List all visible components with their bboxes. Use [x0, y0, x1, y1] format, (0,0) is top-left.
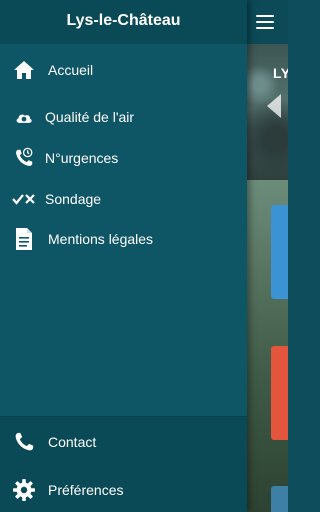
- home-icon: [12, 58, 36, 82]
- app-header: [247, 0, 288, 44]
- drawer-header: Lys-le-Château: [0, 0, 247, 44]
- drawer-footer: Contact Préférences: [0, 416, 247, 512]
- cloud-icon: [12, 105, 36, 129]
- check-cross-icon: [12, 187, 36, 211]
- menu-item-qualite-air[interactable]: Qualité de l'air: [0, 97, 247, 137]
- gear-icon: [12, 478, 36, 502]
- hero-banner[interactable]: LY: [247, 44, 288, 180]
- menu-item-label: Qualité de l'air: [45, 109, 135, 125]
- menu-item-preferences[interactable]: Préférences: [0, 470, 247, 510]
- menu-icon[interactable]: [256, 14, 274, 30]
- carousel-prev-icon[interactable]: [267, 94, 281, 118]
- menu-item-label: Contact: [48, 434, 97, 450]
- menu-item-urgences[interactable]: N°urgences: [0, 138, 247, 178]
- tile-red[interactable]: [271, 346, 288, 440]
- tile-blue[interactable]: [271, 205, 288, 299]
- menu-item-label: Préférences: [48, 482, 124, 498]
- navigation-drawer: Lys-le-Château Accueil Qualité de l'air …: [0, 0, 247, 512]
- tile-blue-2[interactable]: [271, 486, 288, 512]
- menu-item-label: Sondage: [45, 191, 102, 207]
- document-icon: [12, 227, 36, 251]
- drawer-title: Lys-le-Château: [66, 12, 181, 29]
- phone-icon: [12, 430, 36, 454]
- hero-title: LY: [273, 65, 288, 81]
- menu-item-label: Mentions légales: [48, 231, 154, 247]
- menu-item-contact[interactable]: Contact: [0, 422, 247, 462]
- emergency-phone-icon: [12, 146, 36, 170]
- menu-item-label: N°urgences: [45, 150, 119, 166]
- menu-item-mentions-legales[interactable]: Mentions légales: [0, 219, 247, 259]
- menu-item-sondage[interactable]: Sondage: [0, 179, 247, 219]
- menu-item-accueil[interactable]: Accueil: [0, 50, 247, 90]
- menu-item-label: Accueil: [48, 62, 94, 78]
- app-content: LY: [247, 0, 288, 512]
